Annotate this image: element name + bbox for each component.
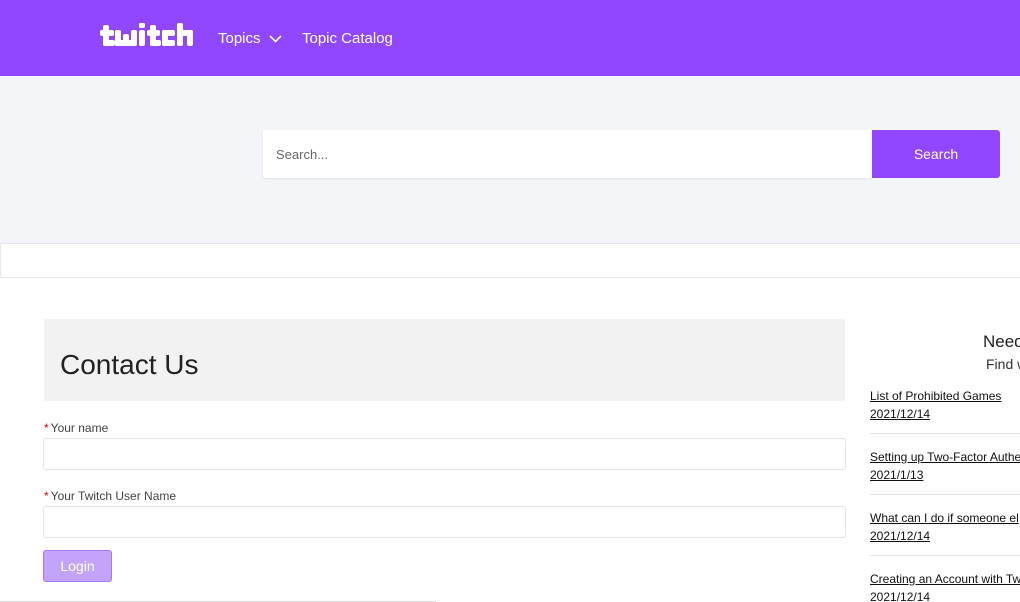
nav-topics[interactable]: Topics [218,0,282,76]
divider [870,433,1020,434]
article-title-link[interactable]: Setting up Two-Factor Authe [870,449,1020,465]
username-field-label: * Your Twitch User Name [44,489,176,503]
search-button[interactable]: Search [872,130,1000,178]
article-title-link[interactable]: List of Prohibited Games [870,388,1020,404]
name-field-label: * Your name [44,421,108,435]
name-field[interactable] [43,438,846,470]
search-input[interactable] [263,130,873,178]
name-label-text: Your name [50,421,109,435]
twitch-username-field[interactable] [43,506,846,538]
nav-topic-catalog[interactable]: Topic Catalog [302,0,393,76]
sidebar-heading: Need [983,332,1020,351]
twitch-logo-icon [100,23,193,46]
breadcrumb-strip [0,243,1020,278]
sidebar-subheading: Find w [986,356,1020,372]
chevron-down-icon [268,30,282,47]
divider [870,494,1020,495]
article-item[interactable]: Creating an Account with Tw 2021/12/14 [870,571,1020,602]
article-item[interactable]: List of Prohibited Games 2021/12/14 [870,388,1020,422]
username-label-text: Your Twitch User Name [50,489,177,503]
contact-header-panel: Contact Us [44,319,845,401]
divider [870,555,1020,556]
article-date: 2021/12/14 [870,407,931,421]
required-marker: * [44,421,49,435]
top-header: Topics Topic Catalog [0,0,1020,76]
login-button[interactable]: Login [43,550,112,582]
article-item[interactable]: What can I do if someone el 2021/12/14 [870,510,1020,544]
article-title-link[interactable]: Creating an Account with Tw [870,571,1020,587]
nav-topics-label: Topics [218,29,261,47]
article-item[interactable]: Setting up Two-Factor Authe 2021/1/13 [870,449,1020,483]
article-date: 2021/12/14 [870,590,931,602]
page-title: Contact Us [60,349,199,380]
twitch-logo[interactable] [100,22,194,52]
article-title-link[interactable]: What can I do if someone el [870,510,1020,526]
article-date: 2021/12/14 [870,529,931,543]
article-date: 2021/1/13 [870,468,924,482]
nav-topic-catalog-label: Topic Catalog [302,29,393,47]
required-marker: * [44,489,49,503]
